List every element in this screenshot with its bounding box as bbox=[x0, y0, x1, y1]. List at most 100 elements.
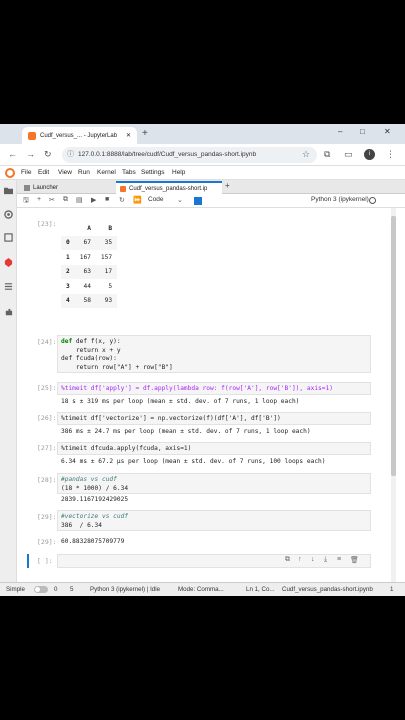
save-icon[interactable]: 🖫 bbox=[23, 196, 29, 207]
insert-icon[interactable]: ≡ bbox=[337, 556, 341, 563]
running-icon[interactable] bbox=[4, 210, 13, 219]
launcher-icon bbox=[24, 184, 30, 191]
run-icon[interactable]: ▶ bbox=[91, 196, 96, 204]
cell-output: 6.34 ms ± 67.2 µs per loop (mean ± std. … bbox=[61, 458, 326, 465]
sidebar-toggle-icon[interactable]: ▭ bbox=[344, 149, 353, 160]
menu-view[interactable]: View bbox=[58, 169, 72, 176]
restart-run-all-icon[interactable]: ⏩ bbox=[133, 196, 142, 204]
browser-tab-title: Cudf_versus_... - JupyterLab bbox=[40, 132, 118, 139]
folder-icon[interactable] bbox=[4, 186, 13, 195]
browser-tab[interactable]: Cudf_versus_... - JupyterLab ✕ bbox=[22, 127, 137, 144]
table-cell: 5 bbox=[108, 282, 113, 290]
move-down-icon[interactable]: ↓ bbox=[311, 556, 315, 563]
extension-manager-icon[interactable] bbox=[4, 308, 13, 317]
new-tab-button[interactable]: + bbox=[142, 128, 148, 139]
bookmark-star-icon[interactable]: ☆ bbox=[302, 149, 310, 160]
copy-icon[interactable]: ⧉ bbox=[63, 196, 68, 204]
menu-settings[interactable]: Settings bbox=[141, 169, 165, 176]
menu-run[interactable]: Run bbox=[78, 169, 90, 176]
paste-icon[interactable]: ▤ bbox=[76, 196, 83, 204]
delete-cell-icon[interactable]: 🗑 bbox=[350, 556, 359, 564]
git-icon[interactable] bbox=[194, 197, 202, 205]
table-cell: 17 bbox=[95, 264, 118, 279]
url-field[interactable]: ⓘ 127.0.0.1:8888/lab/tree/cudf/Cudf_vers… bbox=[62, 147, 317, 163]
chevron-down-icon[interactable]: ⌄ bbox=[177, 196, 183, 204]
code-cell-editor[interactable]: #vectorize vs cudf 386 / 6.34 bbox=[57, 510, 371, 531]
notebook-toolbar: 🖫 + ✂ ⧉ ▤ ▶ ■ ↻ ⏩ Code ⌄ Python 3 (ipyke… bbox=[17, 194, 405, 208]
maximize-button[interactable]: □ bbox=[360, 127, 365, 136]
add-tab-button[interactable]: + bbox=[225, 181, 230, 190]
cell-type-select[interactable]: Code bbox=[148, 196, 164, 203]
table-index-cell: 0 bbox=[61, 235, 75, 250]
cell-output: 386 ms ± 24.7 ms per loop (mean ± std. d… bbox=[61, 428, 311, 435]
browser-menu-icon[interactable]: ⋮ bbox=[386, 149, 395, 160]
code-line: %timeit df['apply'] = df.apply(lambda ro… bbox=[61, 385, 333, 392]
code-line: #pandas vs cudf bbox=[61, 476, 117, 483]
code-line: return x + y bbox=[61, 346, 121, 354]
menu-tabs[interactable]: Tabs bbox=[122, 169, 136, 176]
menu-edit[interactable]: Edit bbox=[38, 169, 49, 176]
input-prompt: [24]: bbox=[37, 338, 57, 346]
code-cell-editor[interactable]: %timeit dfcuda.apply(fcuda, axis=1) bbox=[57, 442, 371, 455]
profile-avatar[interactable]: i bbox=[364, 149, 375, 160]
input-prompt: [28]: bbox=[37, 476, 57, 484]
cut-icon[interactable]: ✂ bbox=[49, 196, 55, 204]
command-mode: Mode: Comma... bbox=[178, 586, 224, 593]
site-info-icon[interactable]: ⓘ bbox=[67, 147, 74, 163]
launcher-tab[interactable]: Launcher bbox=[20, 181, 112, 194]
code-cell-editor[interactable]: %timeit df['vectorize'] = np.vectorize(f… bbox=[57, 412, 371, 425]
kernel-name[interactable]: Python 3 (ipykernel) bbox=[311, 196, 369, 203]
code-line: (18 * 1000) / 6.34 bbox=[61, 484, 129, 492]
table-header-row: A B bbox=[61, 221, 117, 236]
launcher-tab-label: Launcher bbox=[33, 184, 59, 191]
simple-mode-toggle[interactable] bbox=[34, 586, 48, 593]
copy-cell-icon[interactable]: ⧉ bbox=[285, 556, 290, 564]
file-name: Cudf_versus_pandas-short.ipynb bbox=[282, 586, 373, 593]
code-cell-editor[interactable]: #pandas vs cudf (18 * 1000) / 6.34 bbox=[57, 473, 371, 494]
menu-help[interactable]: Help bbox=[172, 169, 185, 176]
code-cell-editor[interactable]: def def f(x, y): return x + y def fcuda(r… bbox=[57, 335, 371, 373]
commands-icon[interactable] bbox=[4, 233, 13, 242]
code-cell-editor[interactable]: %timeit df['apply'] = df.apply(lambda ro… bbox=[57, 382, 371, 395]
table-cell: 157 bbox=[100, 253, 113, 261]
minimize-button[interactable]: – bbox=[338, 127, 342, 136]
scrollbar-thumb[interactable] bbox=[391, 216, 396, 476]
notification-count[interactable]: 1 bbox=[390, 586, 393, 593]
reload-icon[interactable]: ↻ bbox=[44, 149, 52, 160]
toc-icon[interactable] bbox=[4, 282, 13, 291]
close-tab-icon[interactable]: ✕ bbox=[126, 132, 131, 139]
address-bar-row: ← → ↻ ⓘ 127.0.0.1:8888/lab/tree/cudf/Cud… bbox=[0, 144, 405, 166]
menu-kernel[interactable]: Kernel bbox=[97, 169, 116, 176]
move-up-icon[interactable]: ↑ bbox=[298, 556, 302, 563]
cursor-position[interactable]: Ln 1, Co... bbox=[246, 586, 275, 593]
menu-file[interactable]: File bbox=[21, 169, 31, 176]
add-below-icon[interactable]: ⤓ bbox=[324, 556, 327, 564]
restart-icon[interactable]: ↻ bbox=[119, 196, 125, 204]
kernel-count[interactable]: 5 bbox=[70, 586, 73, 593]
active-cell-indicator bbox=[27, 554, 29, 568]
table-cell: 67 bbox=[74, 235, 96, 250]
notebook-tab[interactable]: Cudf_versus_pandas-short.ip bbox=[116, 181, 222, 194]
scrollbar[interactable] bbox=[391, 208, 396, 582]
back-icon[interactable]: ← bbox=[8, 149, 17, 159]
table-cell: 58 bbox=[74, 293, 96, 308]
simple-mode-label: Simple bbox=[6, 586, 25, 593]
insert-cell-icon[interactable]: + bbox=[37, 196, 41, 203]
kernel-status[interactable]: Python 3 (ipykernel) | Idle bbox=[90, 586, 160, 593]
code-line: #vectorize vs cudf bbox=[61, 513, 129, 520]
table-index-cell: 1 bbox=[66, 253, 70, 261]
code-line: return row["A"] + row["B"] bbox=[61, 363, 173, 371]
stop-icon[interactable]: ■ bbox=[105, 196, 109, 203]
input-prompt: [26]: bbox=[37, 414, 57, 422]
output-prompt: [29]: bbox=[37, 538, 57, 546]
property-inspector-icon[interactable] bbox=[4, 258, 13, 267]
output-prompt: [23]: bbox=[37, 220, 57, 228]
forward-icon[interactable]: → bbox=[26, 149, 35, 159]
code-line: def fcuda(row): bbox=[61, 355, 117, 362]
extensions-icon[interactable]: ⧉ bbox=[324, 149, 330, 160]
close-window-button[interactable]: ✕ bbox=[384, 127, 391, 136]
table-cell: 93 bbox=[95, 293, 118, 308]
terminal-count[interactable]: 0 bbox=[54, 586, 57, 593]
kernel-status-icon bbox=[369, 197, 376, 204]
table-row: 0 67 35 bbox=[61, 235, 118, 250]
